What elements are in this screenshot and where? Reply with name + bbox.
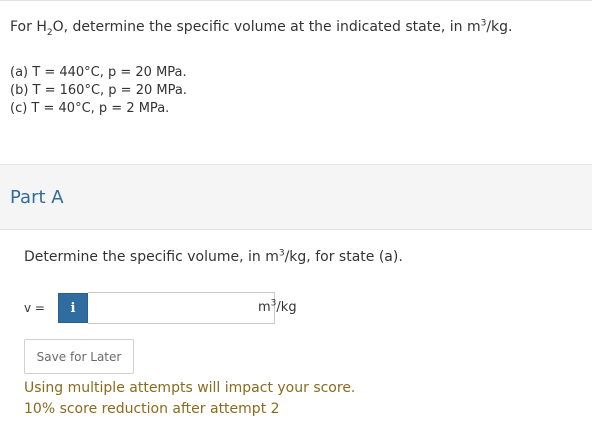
statement-middle: O, determine the specific volume at the … (52, 19, 481, 35)
unit-label: m3/kg (258, 299, 297, 315)
question-suffix: /kg, for state (a). (284, 249, 403, 265)
answer-input[interactable] (88, 292, 275, 324)
problem-section: For H2O, determine the specific volume a… (0, 0, 592, 148)
save-for-later-button[interactable]: Save for Later (24, 339, 134, 374)
attempts-note-line-1: Using multiple attempts will impact your… (24, 380, 356, 396)
unit-suffix: /kg (276, 300, 297, 315)
variable-label: v = (24, 301, 45, 315)
conditions-list: (a) T = 440°C, p = 20 MPa. (b) T = 160°C… (10, 64, 187, 118)
condition-a: (a) T = 440°C, p = 20 MPa. (10, 65, 187, 80)
answer-row: v = i m3/kg (24, 292, 424, 324)
part-header: Part A (0, 164, 592, 230)
attempts-note-line-2: 10% score reduction after attempt 2 (24, 401, 280, 417)
part-title: Part A (10, 187, 64, 208)
question-text: Determine the specific volume, in m3/kg,… (24, 247, 403, 267)
condition-b: (b) T = 160°C, p = 20 MPa. (10, 83, 187, 98)
info-icon[interactable]: i (58, 293, 88, 323)
attempts-note: Using multiple attempts will impact your… (24, 378, 355, 420)
condition-c: (c) T = 40°C, p = 2 MPa. (10, 101, 170, 116)
problem-statement: For H2O, determine the specific volume a… (10, 17, 513, 37)
question-prefix: Determine the specific volume, in m (24, 249, 279, 265)
unit-prefix: m (258, 300, 271, 315)
statement-suffix: /kg. (486, 19, 513, 35)
statement-prefix: For H (10, 19, 47, 35)
